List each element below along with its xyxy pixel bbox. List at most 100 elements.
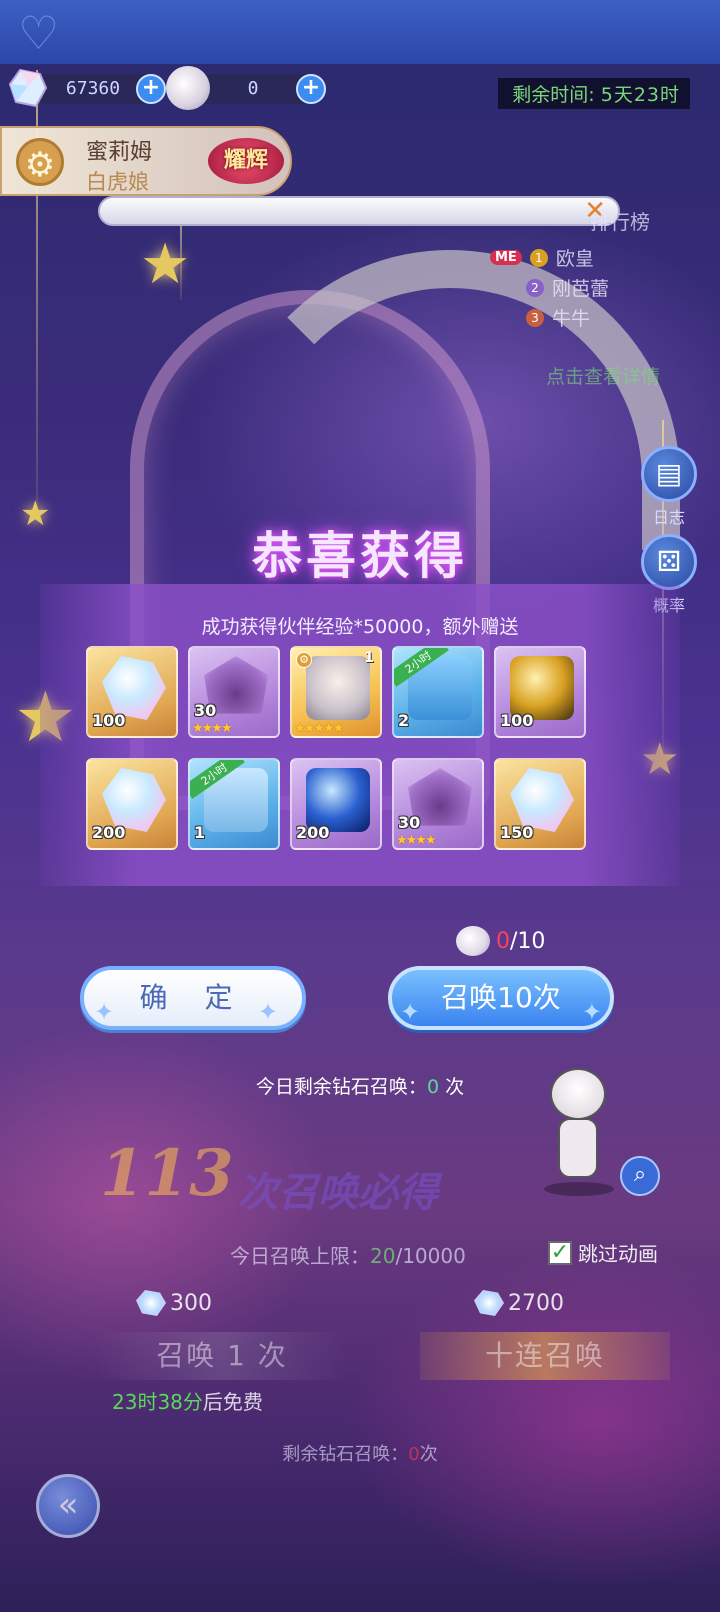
reward-qty: 1 [194,823,206,842]
daily-diamond-suffix: 次 [439,1076,465,1098]
summon-10-label: 召唤10次 [441,981,561,1014]
diamond-counter: 67360 + [8,68,166,108]
reward-level: 1 [364,650,374,666]
hero-tag[interactable]: ⚙ 蜜莉姆 白虎娘 耀辉 [0,126,292,196]
daily-diamond-prefix: 今日剩余钻石召唤： [255,1076,427,1098]
pearl-counter: 0 + [166,66,326,110]
reward-item[interactable]: ⚙ 1 ★★★★★ [290,646,382,738]
hero-subtitle: 白虎娘 [86,170,149,194]
rank-number: 2 [526,278,544,297]
star-rating: ★★★★★ [294,721,344,736]
ranking-title[interactable]: 排行榜 [590,206,650,235]
confirm-label: 确 定 [139,981,247,1014]
reward-popup-title: 恭喜获得 [252,527,468,585]
reward-item[interactable]: 100 [494,646,586,738]
remain-suffix: 次 [419,1444,438,1465]
limit-label: 今日召唤上限： [230,1244,370,1268]
ranking-detail-link[interactable]: 点击查看详情 [546,362,660,389]
pity-number: 113 [100,1136,234,1211]
pearl-icon [456,926,490,956]
gear-icon: ⚙ [16,138,64,186]
reward-qty: 100 [500,711,534,730]
reward-message: 成功获得伙伴经验*50000，额外赠送 [201,616,519,638]
skip-animation-toggle[interactable]: ✓ 跳过动画 [548,1238,658,1267]
sparkle-icon: ✦ [257,998,292,1026]
reward-qty: 100 [92,711,126,730]
back-arrow-icon[interactable]: « [36,1474,100,1538]
ranking-player-name: 牛牛 [552,308,591,330]
pearl-icon [166,66,210,110]
reward-item[interactable]: 200 [86,758,178,850]
star-rating: ★★★★ [192,721,233,736]
free-summon-timer: 23时38分后免费 [112,1386,263,1415]
me-badge: ME [490,250,522,265]
limit-total: /10000 [395,1244,466,1268]
reward-qty: 30 [398,813,421,832]
add-pearls-button[interactable]: + [296,74,326,104]
sparkle-icon: ✦ [94,998,129,1026]
ranking-row: 2 刚芭蕾 [526,274,609,301]
single-summon-cost: 300 [136,1290,212,1316]
reward-qty: 2 [398,711,410,730]
free-time: 23时38分 [112,1390,203,1414]
ranking-player-name: 欧皇 [555,248,594,270]
notice-bar: ✕ [98,196,620,226]
limit-used: 20 [370,1244,396,1268]
confirm-button[interactable]: ✦ 确 定 ✦ [80,966,306,1030]
portrait-icon [306,656,370,720]
cost-value: 2700 [508,1290,564,1316]
chibi-body [558,1118,598,1178]
pity-text: 次召唤必得 [238,1170,438,1216]
pearl-have: 0 [496,928,510,954]
log-icon: ▤ [641,446,697,502]
zoom-icon[interactable]: ⌕ [620,1156,660,1196]
diamond-icon [474,1290,504,1316]
summon-10-button[interactable]: ✦ 召唤10次 ✦ [388,966,614,1030]
reward-qty: 200 [296,823,330,842]
pearl-need: /10 [510,928,546,954]
pearl-amount: 0 [247,78,259,99]
rank-number: 3 [526,308,544,327]
reward-item[interactable]: 2小时 2 [392,646,484,738]
diamond-icon [6,66,50,110]
gear-icon: ⚙ [296,652,312,668]
diamond-amount: 67360 [65,78,121,99]
remain-label: 剩余钻石召唤： [282,1444,409,1465]
heart-arrow-icon: ♡ [18,6,60,60]
reward-qty: 30 [194,701,217,720]
diamond-icon [136,1290,166,1316]
summon-once-button[interactable]: 召唤 1 次 [96,1332,348,1380]
daily-diamond-count: 0 [426,1076,440,1098]
rank-number: 1 [529,248,548,267]
reward-item[interactable]: 150 [494,758,586,850]
reward-qty: 150 [500,823,534,842]
timer-label: 剩余时间: [512,84,595,106]
reward-item[interactable]: 30 ★★★★ [188,646,280,738]
ranking-player-name: 刚芭蕾 [552,278,610,300]
skip-label: 跳过动画 [578,1242,658,1266]
hero-name: 蜜莉姆 [86,140,153,165]
sparkle-icon: ✦ [581,998,602,1026]
reward-item[interactable]: 30 ★★★★ [392,758,484,850]
timer-value: 5天23时 [600,84,680,106]
reward-item[interactable]: 200 [290,758,382,850]
reward-item[interactable]: 2小时 1 [188,758,280,850]
cost-value: 300 [170,1290,212,1316]
top-banner: ♡ [0,0,720,64]
add-diamonds-button[interactable]: + [136,74,166,104]
sparkle-icon: ✦ [400,998,421,1026]
daily-limit: 今日召唤上限：20/10000 [230,1240,466,1269]
star-rating: ★★★★ [396,833,437,848]
event-timer: 剩余时间: 5天23时 [498,78,690,109]
free-suffix: 后免费 [202,1390,263,1414]
checkbox-checked-icon[interactable]: ✓ [548,1240,572,1265]
reward-item[interactable]: 100 [86,646,178,738]
daily-diamond-summons: 今日剩余钻石召唤：0 次 [0,1072,720,1099]
ten-summon-cost: 2700 [474,1290,564,1316]
remain-count: 0 [408,1444,420,1465]
reward-qty: 200 [92,823,126,842]
pearl-progress: 0/10 [456,926,545,956]
summon-ten-button[interactable]: 十连召唤 [420,1332,670,1380]
hero-rank-badge: 耀辉 [208,138,284,184]
ranking-row: 3 牛牛 [526,304,590,331]
